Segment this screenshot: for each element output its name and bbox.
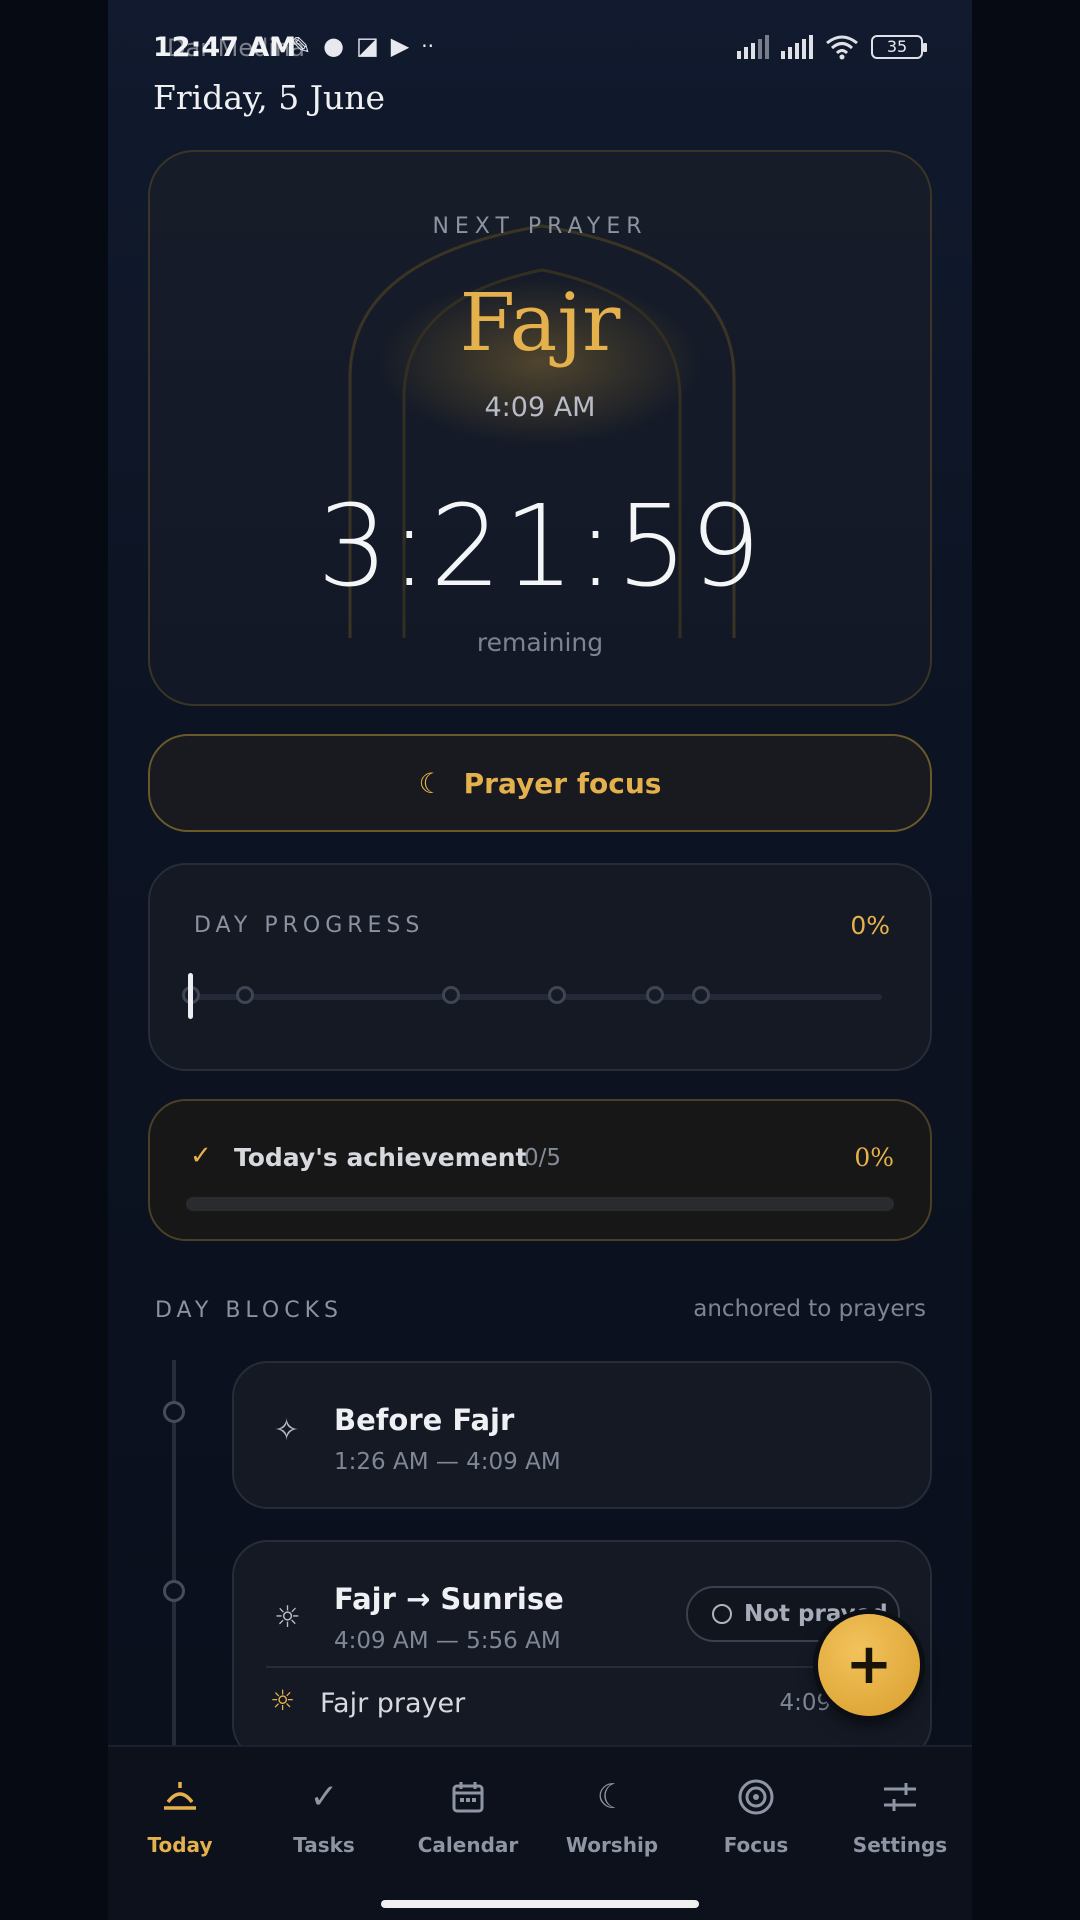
- more-dots-icon: ··: [421, 34, 434, 58]
- next-prayer-time: 4:09 AM: [484, 392, 596, 423]
- home-indicator[interactable]: [381, 1900, 699, 1908]
- nav-item-focus[interactable]: Focus: [684, 1775, 828, 1857]
- next-prayer-label: NEXT PRAYER: [432, 214, 648, 239]
- youtube-icon: ▶: [390, 32, 410, 60]
- check-icon: ✓: [190, 1141, 212, 1171]
- nav-item-calendar[interactable]: Calendar: [396, 1775, 540, 1857]
- block-divider: [266, 1666, 898, 1668]
- achievement-percent: 0%: [854, 1143, 894, 1172]
- block-name: Fajr → Sunrise: [334, 1582, 564, 1616]
- gallery-icon: ◪: [356, 32, 379, 60]
- day-progress-title: DAY PROGRESS: [194, 913, 425, 938]
- edit-icon: ✎: [291, 32, 312, 60]
- prayer-focus-button[interactable]: ☾ Prayer focus: [148, 734, 932, 832]
- wifi-icon: [826, 35, 858, 60]
- block-time: 4:09 AM — 5:56 AM: [334, 1628, 561, 1654]
- status-notification-icons: ✎ ● ◪ ▶ ··: [291, 32, 434, 60]
- remaining-label: remaining: [476, 628, 604, 657]
- check-icon: ✓: [309, 1777, 339, 1817]
- day-block-before-fajr[interactable]: ✧ Before Fajr 1:26 AM — 4:09 AM: [232, 1361, 932, 1509]
- nav-item-tasks[interactable]: ✓ Tasks: [252, 1775, 396, 1857]
- progress-milestone-dot: [646, 986, 664, 1004]
- achievement-count: 0/5: [524, 1145, 562, 1171]
- next-prayer-name: Fajr: [459, 276, 621, 369]
- chat-icon: ●: [323, 32, 345, 60]
- day-progress-percent: 0%: [850, 911, 890, 940]
- progress-milestone-dot: [236, 986, 254, 1004]
- bottom-navigation: Today ✓ Tasks Calendar ☾ Worship Focus S…: [108, 1745, 972, 1920]
- left-margin: [0, 0, 108, 1920]
- day-progress-card: DAY PROGRESS 0%: [148, 863, 932, 1071]
- status-system-icons: 35: [737, 34, 927, 60]
- date-heading: Friday, 5 June: [153, 78, 386, 117]
- achievement-title: Today's achievement: [234, 1143, 528, 1172]
- current-time-marker: [188, 973, 193, 1019]
- right-margin: [972, 0, 1080, 1920]
- block-time: 1:26 AM — 4:09 AM: [334, 1449, 561, 1475]
- sunrise-icon: ☼: [274, 1600, 301, 1635]
- nav-label: Settings: [852, 1833, 948, 1857]
- signal-icon: [737, 35, 769, 59]
- signal-icon: [781, 35, 813, 59]
- prayer-countdown: 3:21:59: [317, 482, 763, 612]
- sunrise-icon: ☼: [270, 1684, 296, 1717]
- sliders-icon: [828, 1775, 972, 1819]
- sunrise-icon: [108, 1775, 252, 1819]
- sparkles-icon: ✧: [274, 1413, 300, 1448]
- nav-item-settings[interactable]: Settings: [828, 1775, 972, 1857]
- nav-item-today[interactable]: Today: [108, 1775, 252, 1857]
- battery-icon: 35: [871, 35, 927, 59]
- add-button[interactable]: +: [818, 1614, 920, 1716]
- progress-milestone-dot: [692, 986, 710, 1004]
- nav-label: Focus: [723, 1833, 789, 1857]
- day-blocks-title: DAY BLOCKS: [155, 1298, 343, 1323]
- circle-icon: [712, 1604, 732, 1624]
- nav-label: Worship: [565, 1833, 659, 1857]
- nav-item-worship[interactable]: ☾ Worship: [540, 1775, 684, 1857]
- next-prayer-card[interactable]: NEXT PRAYER Fajr 4:09 AM 3:21:59 remaini…: [148, 150, 932, 706]
- target-icon: [684, 1775, 828, 1819]
- sub-item-name: Fajr prayer: [320, 1688, 466, 1719]
- day-progress-track: [190, 994, 882, 1000]
- moon-icon: ☾: [418, 766, 444, 800]
- block-name: Before Fajr: [334, 1403, 515, 1437]
- progress-milestone-dot: [548, 986, 566, 1004]
- nav-label: Tasks: [293, 1833, 355, 1857]
- status-bar: Dar Mediha 12:47 AM ✎ ● ◪ ▶ ·· 35: [153, 30, 927, 70]
- day-blocks-subtitle: anchored to prayers: [693, 1296, 926, 1322]
- status-time: 12:47 AM: [153, 32, 297, 63]
- nav-label: Today: [147, 1833, 213, 1857]
- prayer-focus-label: Prayer focus: [463, 766, 662, 800]
- timeline-node: [163, 1580, 185, 1602]
- timeline-node: [163, 1401, 185, 1423]
- nav-label: Calendar: [417, 1833, 519, 1857]
- achievement-card[interactable]: ✓ Today's achievement 0/5 0%: [148, 1099, 932, 1241]
- moon-icon: ☾: [596, 1777, 628, 1817]
- achievement-progress-track: [186, 1197, 894, 1211]
- progress-milestone-dot: [442, 986, 460, 1004]
- calendar-icon: [396, 1775, 540, 1819]
